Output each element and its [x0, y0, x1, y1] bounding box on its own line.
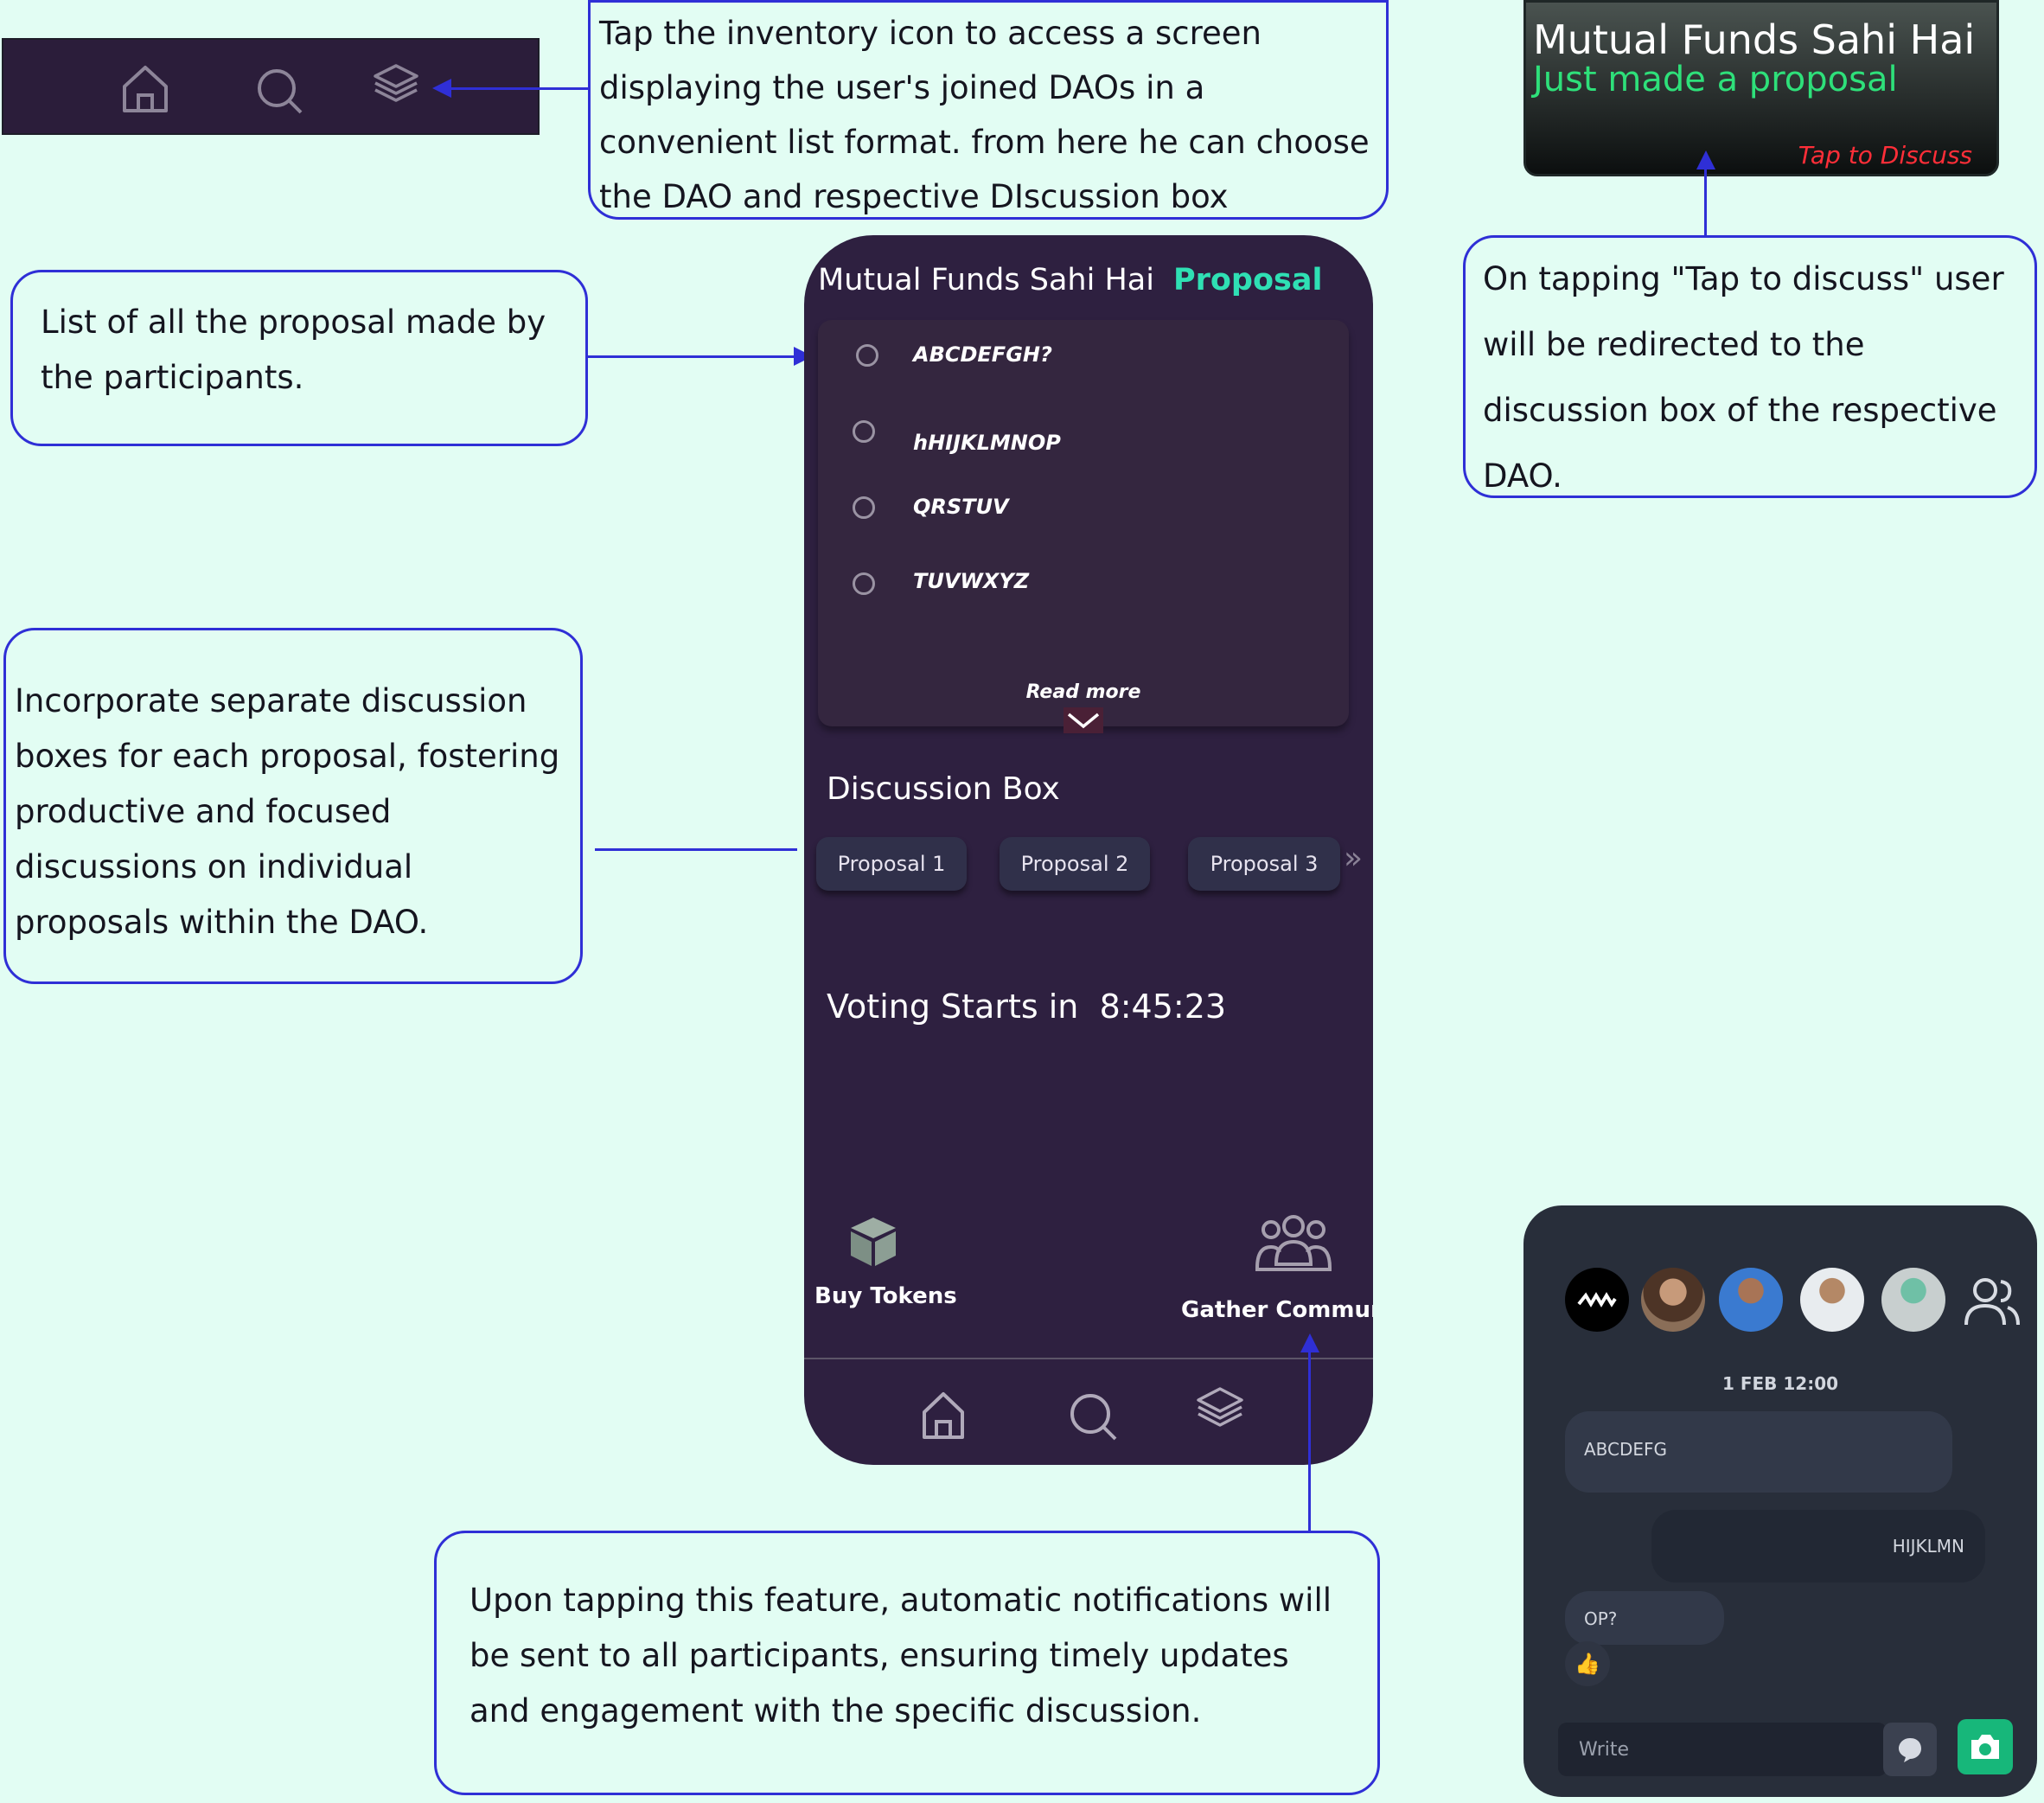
arrow-line — [1308, 1351, 1311, 1532]
proposal-text: TUVWXYZ — [913, 569, 1030, 593]
callout-tap-to-discuss: On tapping "Tap to discuss" user will be… — [1463, 235, 2037, 498]
callout-inventory-text: Tap the inventory icon to access a scree… — [599, 15, 1370, 215]
chat-message-left: ABCDEFG — [1565, 1411, 1952, 1493]
double-chevron-right-icon[interactable]: » — [1344, 841, 1363, 876]
dao-name: Mutual Funds Sahi Hai — [818, 263, 1154, 297]
avatar[interactable] — [1800, 1268, 1864, 1332]
proposal-2-tab[interactable]: Proposal 2 — [1000, 837, 1150, 891]
chevron-down-icon[interactable] — [1064, 707, 1103, 733]
callout-tap-to-discuss-text: On tapping "Tap to discuss" user will be… — [1483, 260, 2004, 495]
notification-subtitle: Just made a proposal — [1533, 60, 1898, 99]
arrow-line — [451, 87, 590, 90]
layers-icon[interactable] — [372, 62, 420, 104]
radio-button[interactable] — [853, 572, 875, 595]
bottom-nav-snippet — [2, 38, 540, 135]
cube-icon[interactable] — [849, 1216, 897, 1268]
arrow-head — [432, 79, 451, 98]
home-icon[interactable] — [920, 1389, 967, 1442]
buy-tokens-label[interactable]: Buy Tokens — [814, 1283, 957, 1309]
proposal-text: hHIJKLMNOP — [913, 431, 1061, 455]
read-more-link[interactable]: Read more — [818, 681, 1349, 703]
search-icon[interactable] — [254, 66, 304, 116]
voting-timer: 8:45:23 — [1099, 988, 1227, 1026]
radio-button[interactable] — [853, 420, 875, 443]
logo-icon — [1577, 1292, 1617, 1307]
notification-title: Mutual Funds Sahi Hai — [1533, 16, 1976, 63]
message-input[interactable] — [1558, 1723, 1887, 1776]
arrow-line — [1704, 168, 1707, 237]
proposal-text: QRSTUV — [913, 495, 1009, 519]
divider — [804, 1358, 1373, 1359]
layers-icon[interactable] — [1195, 1385, 1245, 1429]
discussion-chat: 1 FEB 12:00 ABCDEFG HIJKLMN OP? 👍 — [1523, 1205, 2037, 1797]
arrow-head — [1696, 150, 1715, 169]
community-icon[interactable] — [1252, 1212, 1335, 1278]
dao-logo-avatar[interactable] — [1565, 1268, 1629, 1332]
message-text: OP? — [1584, 1608, 1618, 1629]
proposal-notification[interactable]: Mutual Funds Sahi Hai Just made a propos… — [1523, 0, 1999, 176]
arrow-head — [1300, 1333, 1319, 1352]
callout-discussion-boxes-text: Incorporate separate discussion boxes fo… — [15, 682, 560, 941]
callout-gather-community: Upon tapping this feature, automatic not… — [434, 1531, 1380, 1795]
avatar[interactable] — [1719, 1268, 1783, 1332]
chat-message-left: OP? — [1565, 1591, 1724, 1645]
write-field[interactable] — [1558, 1723, 1887, 1776]
callout-discussion-boxes: Incorporate separate discussion boxes fo… — [3, 628, 583, 984]
phone-header: Mutual Funds Sahi Hai Proposal — [818, 263, 1322, 297]
arrow-line — [588, 355, 795, 358]
proposal-tab-label[interactable]: Proposal — [1173, 263, 1323, 297]
gather-community-label[interactable]: Gather Community — [1181, 1297, 1373, 1323]
callout-gather-community-text: Upon tapping this feature, automatic not… — [469, 1582, 1332, 1729]
arrow-line — [595, 848, 797, 851]
message-text: ABCDEFG — [1584, 1439, 1668, 1460]
callout-proposal-list-text: List of all the proposal made by the par… — [41, 304, 546, 396]
camera-icon — [1971, 1735, 1999, 1759]
phone-screen: Mutual Funds Sahi Hai Proposal ABCDEFGH? … — [804, 235, 1373, 1465]
voting-countdown: Voting Starts in 8:45:23 — [827, 988, 1226, 1026]
radio-button[interactable] — [856, 344, 878, 367]
chat-bubble-icon — [1899, 1738, 1921, 1762]
participants-icon[interactable] — [1964, 1275, 2022, 1328]
emoji-button[interactable] — [1883, 1723, 1937, 1776]
discussion-box-title: Discussion Box — [827, 771, 1060, 807]
camera-button[interactable] — [1958, 1719, 2013, 1774]
avatar[interactable] — [1881, 1268, 1945, 1332]
thumbs-up-icon[interactable]: 👍 — [1565, 1641, 1610, 1686]
proposal-text: ABCDEFGH? — [913, 342, 1052, 367]
callout-inventory: Tap the inventory icon to access a scree… — [588, 0, 1389, 220]
voting-label: Voting Starts in — [827, 988, 1079, 1026]
chat-date: 1 FEB 12:00 — [1721, 1373, 1839, 1394]
avatar[interactable] — [1641, 1268, 1705, 1332]
tap-to-discuss-button[interactable]: Tap to Discuss — [1798, 141, 1972, 169]
home-icon[interactable] — [119, 62, 171, 116]
proposal-1-tab[interactable]: Proposal 1 — [816, 837, 967, 891]
proposal-3-tab[interactable]: Proposal 3 — [1188, 837, 1340, 891]
search-icon[interactable] — [1067, 1391, 1119, 1442]
callout-proposal-list: List of all the proposal made by the par… — [10, 270, 588, 446]
message-text: HIJKLMN — [1892, 1536, 1964, 1557]
proposal-list-card: ABCDEFGH? hHIJKLMNOP QRSTUV TUVWXYZ Read… — [818, 320, 1349, 733]
radio-button[interactable] — [853, 496, 875, 519]
chat-message-right: HIJKLMN — [1651, 1510, 1985, 1582]
